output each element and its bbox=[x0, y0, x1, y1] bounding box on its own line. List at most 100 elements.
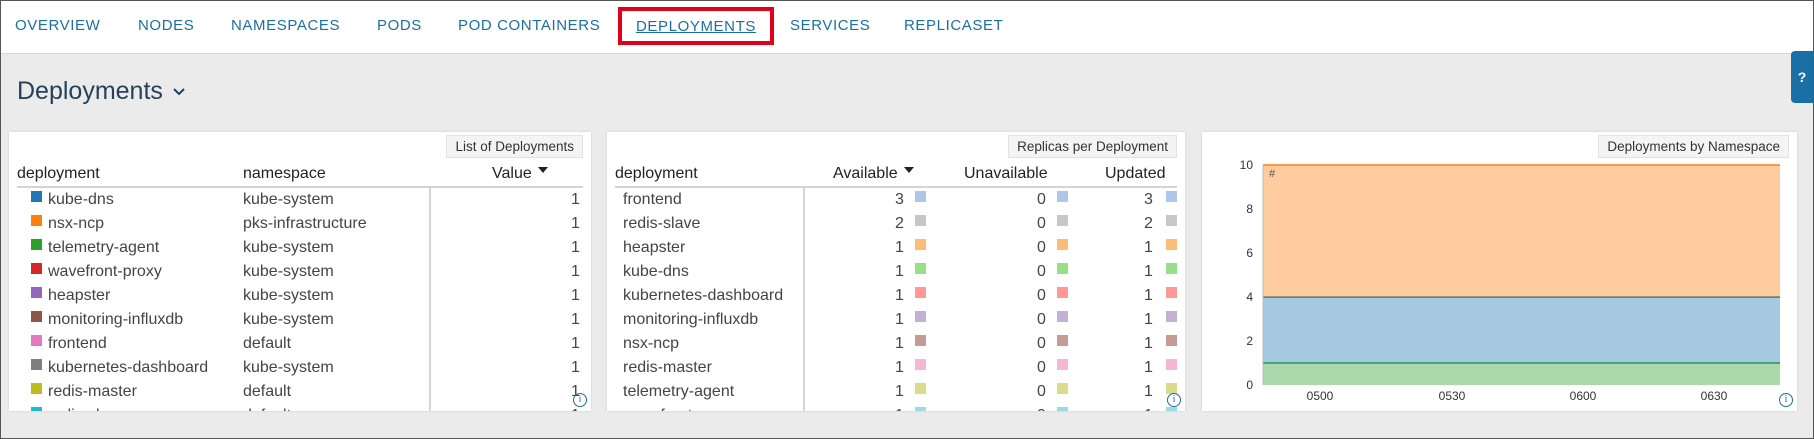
table-row[interactable]: monitoring-influxdb kube-system 1 bbox=[17, 309, 583, 333]
table-row[interactable]: nsx-ncp 1 0 1 bbox=[615, 333, 1177, 357]
tab-pod-containers[interactable]: POD CONTAINERS bbox=[458, 17, 600, 34]
table-row[interactable]: redis-slave default 1 bbox=[17, 405, 583, 411]
legend-swatch bbox=[31, 407, 42, 411]
tab-pods[interactable]: PODS bbox=[377, 17, 422, 34]
legend-swatch bbox=[31, 335, 42, 346]
table-row[interactable]: heapster kube-system 1 bbox=[17, 285, 583, 309]
available-cell: 3 bbox=[895, 191, 904, 208]
available-cell: 1 bbox=[895, 239, 904, 256]
legend-swatch bbox=[915, 239, 926, 250]
available-cell: 1 bbox=[895, 359, 904, 376]
unavailable-cell: 0 bbox=[1037, 191, 1046, 208]
help-tab-button[interactable]: ? bbox=[1791, 51, 1813, 103]
legend-swatch bbox=[1057, 287, 1068, 298]
table-header: deployment Available Unavailable Updated bbox=[615, 163, 1177, 188]
table-row[interactable]: wavefront-proxy kube-system 1 bbox=[17, 261, 583, 285]
chevron-down-icon bbox=[173, 87, 185, 95]
deployment-name: monitoring-influxdb bbox=[623, 311, 759, 328]
unavailable-cell: 0 bbox=[1037, 287, 1046, 304]
legend-swatch bbox=[1166, 215, 1177, 226]
available-cell: 2 bbox=[895, 215, 904, 232]
table-row[interactable]: kubernetes-dashboard kube-system 1 bbox=[17, 357, 583, 381]
table-row[interactable]: redis-master default 1 bbox=[17, 381, 583, 405]
legend-swatch bbox=[915, 359, 926, 370]
available-cell: 1 bbox=[895, 335, 904, 352]
info-icon[interactable]: i bbox=[573, 393, 587, 407]
column-header-deployment[interactable]: deployment bbox=[615, 165, 698, 183]
available-cell: 1 bbox=[895, 383, 904, 400]
legend-swatch bbox=[915, 335, 926, 346]
legend-swatch bbox=[1057, 191, 1068, 202]
legend-swatch bbox=[915, 215, 926, 226]
unavailable-cell: 0 bbox=[1037, 239, 1046, 256]
tab-overview[interactable]: OVERVIEW bbox=[15, 17, 100, 34]
info-icon[interactable]: i bbox=[1167, 393, 1181, 407]
replicas-per-deployment-panel: Replicas per Deployment deployment Avail… bbox=[607, 132, 1185, 411]
column-header-updated[interactable]: Updated bbox=[1105, 165, 1166, 183]
table-row[interactable]: kube-dns kube-system 1 bbox=[17, 189, 583, 213]
column-header-value-label: Value bbox=[492, 165, 532, 182]
legend-swatch bbox=[1057, 407, 1068, 411]
top-navigation: OVERVIEW NODES NAMESPACES PODS POD CONTA… bbox=[1, 1, 1813, 54]
deployment-name: nsx-ncp bbox=[623, 335, 680, 352]
x-tick-label: 0630 bbox=[1701, 389, 1728, 403]
column-header-unavailable[interactable]: Unavailable bbox=[964, 165, 1048, 183]
y-tick-label: 10 bbox=[1240, 158, 1254, 172]
legend-swatch bbox=[31, 287, 42, 298]
table-row[interactable]: redis-master 1 0 1 bbox=[615, 357, 1177, 381]
legend-swatch bbox=[1057, 383, 1068, 394]
value-cell: 1 bbox=[571, 359, 580, 376]
table-row[interactable]: redis-slave 2 0 2 bbox=[615, 213, 1177, 237]
column-header-deployment[interactable]: deployment bbox=[17, 165, 100, 183]
table-row[interactable]: frontend 3 0 3 bbox=[615, 189, 1177, 213]
updated-cell: 1 bbox=[1144, 311, 1153, 328]
y-tick-label: 8 bbox=[1246, 202, 1253, 216]
deployment-name: kubernetes-dashboard bbox=[48, 359, 209, 376]
namespace-cell: kube-system bbox=[243, 263, 334, 280]
info-icon[interactable]: i bbox=[1779, 393, 1793, 407]
deployment-name: heapster bbox=[623, 239, 686, 256]
deployment-name: redis-slave bbox=[623, 215, 701, 232]
updated-cell: 3 bbox=[1144, 191, 1153, 208]
namespace-cell: kube-system bbox=[243, 239, 334, 256]
available-cell: 1 bbox=[895, 287, 904, 304]
table-row[interactable]: telemetry-agent kube-system 1 bbox=[17, 237, 583, 261]
table-row[interactable]: heapster 1 0 1 bbox=[615, 237, 1177, 261]
y-tick-label: 4 bbox=[1246, 290, 1253, 304]
value-cell: 1 bbox=[571, 407, 580, 411]
tab-replicaset[interactable]: REPLICASET bbox=[904, 17, 1003, 34]
table-row[interactable]: wavefront-proxy 1 0 1 bbox=[615, 405, 1177, 411]
table-row[interactable]: nsx-ncp pks-infrastructure 1 bbox=[17, 213, 583, 237]
x-tick-label: 0500 bbox=[1307, 389, 1334, 403]
table-row[interactable]: kubernetes-dashboard 1 0 1 bbox=[615, 285, 1177, 309]
legend-swatch bbox=[1166, 191, 1177, 202]
unavailable-cell: 0 bbox=[1037, 359, 1046, 376]
tab-nodes[interactable]: NODES bbox=[138, 17, 194, 34]
column-header-namespace[interactable]: namespace bbox=[243, 165, 326, 183]
updated-cell: 1 bbox=[1144, 359, 1153, 376]
y-tick-label: 2 bbox=[1246, 334, 1253, 348]
namespace-cell: kube-system bbox=[243, 191, 334, 208]
namespace-cell: default bbox=[243, 383, 292, 400]
legend-swatch bbox=[1057, 311, 1068, 322]
legend-swatch bbox=[915, 287, 926, 298]
tab-deployments[interactable]: DEPLOYMENTS bbox=[618, 7, 774, 45]
table-row[interactable]: monitoring-influxdb 1 0 1 bbox=[615, 309, 1177, 333]
unavailable-cell: 0 bbox=[1037, 311, 1046, 328]
updated-cell: 2 bbox=[1144, 215, 1153, 232]
table-row[interactable]: telemetry-agent 1 0 1 bbox=[615, 381, 1177, 405]
page-title[interactable]: Deployments bbox=[17, 77, 187, 106]
unavailable-cell: 0 bbox=[1037, 407, 1046, 411]
namespace-area-chart[interactable]: 0 2 4 6 8 10 0500 0530 0600 0630 # bbox=[1202, 132, 1797, 411]
tab-namespaces[interactable]: NAMESPACES bbox=[231, 17, 340, 34]
tab-services[interactable]: SERVICES bbox=[790, 17, 870, 34]
panel-label: List of Deployments bbox=[446, 135, 583, 158]
page-title-text: Deployments bbox=[17, 77, 163, 105]
namespace-cell: default bbox=[243, 335, 292, 352]
table-row[interactable]: frontend default 1 bbox=[17, 333, 583, 357]
replicas-table-body: frontend 3 0 3 redis-slave 2 0 2 heapster 1 0 1 kube… bbox=[615, 189, 1177, 411]
value-cell: 1 bbox=[571, 311, 580, 328]
table-row[interactable]: kube-dns 1 0 1 bbox=[615, 261, 1177, 285]
column-header-available[interactable]: Available bbox=[833, 165, 914, 183]
column-header-value[interactable]: Value bbox=[492, 165, 548, 183]
